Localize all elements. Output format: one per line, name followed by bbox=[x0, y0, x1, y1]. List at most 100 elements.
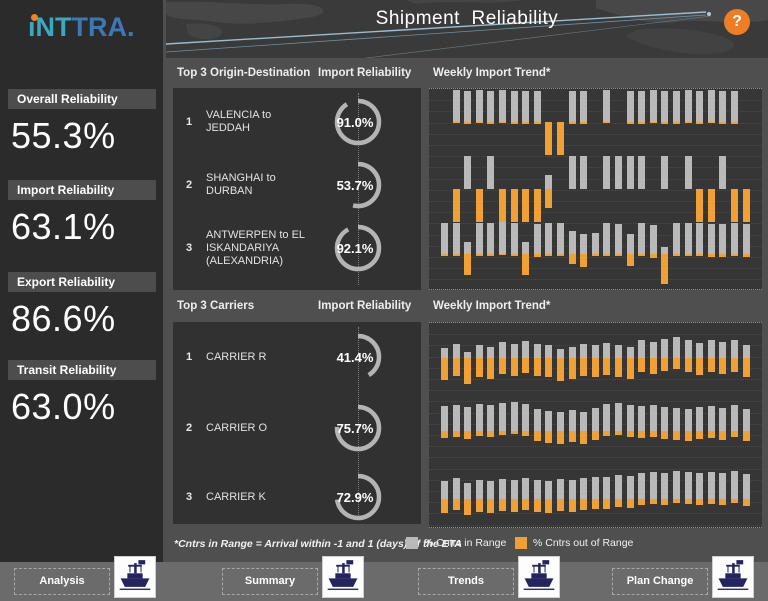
out-of-range-bar bbox=[696, 189, 704, 222]
sidebar: ıNTTRA. Overall Reliability 55.3% Import… bbox=[0, 0, 163, 562]
nav-summary-ship-tile[interactable] bbox=[322, 556, 364, 598]
out-of-range-bar bbox=[452, 499, 460, 511]
out-of-range-bar bbox=[499, 499, 506, 512]
in-range-bar bbox=[522, 341, 530, 358]
out-of-range-bar bbox=[696, 122, 704, 124]
help-icon[interactable]: ? bbox=[724, 9, 750, 35]
carrier-row[interactable]: 2 CARRIER O 75.7% bbox=[173, 398, 421, 458]
in-range-bar bbox=[475, 344, 483, 358]
out-of-range-bar bbox=[533, 431, 541, 441]
nav-plan-change-button[interactable]: Plan Change bbox=[612, 568, 708, 595]
out-of-range-bar bbox=[673, 254, 680, 256]
out-of-range-bar bbox=[510, 254, 518, 256]
out-of-range-bar bbox=[742, 189, 750, 222]
out-of-range-bar bbox=[580, 499, 588, 511]
nav-analysis-ship-tile[interactable] bbox=[114, 556, 156, 598]
out-of-range-bar bbox=[742, 254, 750, 258]
in-range-bar bbox=[684, 90, 692, 122]
in-range-bar bbox=[568, 90, 576, 122]
out-of-range-bar bbox=[568, 431, 576, 443]
rank-label: 2 bbox=[186, 422, 193, 434]
carriers-gauge-col-title: Import Reliability bbox=[318, 300, 412, 312]
out-of-range-bar bbox=[719, 122, 727, 124]
in-range-bar bbox=[580, 156, 588, 189]
in-range-bar bbox=[673, 337, 680, 358]
in-range-bar bbox=[742, 224, 750, 254]
in-range-bar bbox=[696, 90, 704, 122]
in-range-bar bbox=[441, 348, 448, 358]
carrier-row[interactable]: 1 CARRIER R 41.4% bbox=[173, 327, 421, 387]
ship-icon bbox=[118, 558, 152, 597]
route-row[interactable]: 2 SHANGHAI to DURBAN 53.7% bbox=[173, 155, 421, 215]
in-range-bar bbox=[591, 476, 599, 499]
out-of-range-bar bbox=[707, 431, 715, 438]
in-range-bar bbox=[568, 346, 576, 358]
in-range-bar bbox=[510, 480, 518, 499]
nav-analysis-button[interactable]: Analysis bbox=[14, 568, 110, 595]
out-of-range-bar bbox=[615, 358, 622, 378]
out-of-range-bar bbox=[545, 358, 553, 378]
carriers-panel: 1 CARRIER R 41.4% 2 CARRIER O 75.7% 3 CA… bbox=[173, 322, 421, 524]
route-row[interactable]: 1 VALENCIA to JEDDAH 91.0% bbox=[173, 92, 421, 152]
out-of-range-bar bbox=[719, 499, 727, 505]
out-of-range-bar bbox=[510, 189, 518, 222]
route-row[interactable]: 3 ANTWERPEN to EL ISKANDARIYA (ALEXANDRI… bbox=[173, 218, 421, 278]
carrier-row[interactable]: 3 CARRIER K 72.9% bbox=[173, 467, 421, 527]
out-of-range-bar bbox=[684, 122, 692, 124]
legend-label: % Cntrs in Range bbox=[424, 537, 507, 549]
in-range-bar bbox=[545, 481, 553, 499]
out-of-range-bar bbox=[464, 499, 472, 515]
in-range-bar bbox=[557, 349, 564, 358]
out-of-range-bar bbox=[545, 499, 553, 514]
out-of-range-bar bbox=[533, 499, 541, 512]
rank-label: 2 bbox=[186, 179, 193, 191]
in-range-bar bbox=[626, 234, 634, 254]
in-range-bar bbox=[475, 90, 483, 122]
out-of-range-bar bbox=[499, 254, 506, 256]
in-range-bar bbox=[603, 90, 611, 122]
nav-trends-ship-tile[interactable] bbox=[518, 556, 560, 598]
out-of-range-bar bbox=[557, 431, 564, 445]
out-of-range-bar bbox=[499, 189, 506, 222]
out-of-range-bar bbox=[545, 122, 553, 155]
in-range-bar bbox=[580, 91, 588, 122]
out-of-range-bar bbox=[661, 254, 669, 284]
in-range-bar bbox=[707, 471, 715, 499]
in-range-bar bbox=[499, 90, 506, 122]
out-of-range-bar bbox=[742, 431, 750, 442]
out-of-range-bar bbox=[707, 358, 715, 373]
route-name: VALENCIA to JEDDAH bbox=[206, 109, 272, 134]
out-of-range-bar bbox=[475, 499, 483, 512]
out-of-range-bar bbox=[533, 358, 541, 376]
nav-trends-button[interactable]: Trends bbox=[418, 568, 514, 595]
out-of-range-bar bbox=[487, 431, 495, 438]
out-of-range-bar bbox=[522, 499, 530, 511]
out-of-range-bar bbox=[475, 122, 483, 124]
out-of-range-bar bbox=[487, 254, 495, 257]
in-range-bar bbox=[510, 343, 518, 358]
in-range-bar bbox=[719, 156, 727, 189]
in-range-bar bbox=[487, 346, 495, 358]
logo-i: ı bbox=[28, 12, 36, 42]
out-of-range-bar bbox=[533, 254, 541, 258]
out-of-range-bar bbox=[638, 499, 646, 506]
out-of-range-bar bbox=[603, 499, 611, 510]
in-range-bar bbox=[533, 479, 541, 499]
in-range-bar bbox=[638, 91, 646, 122]
in-range-bar bbox=[464, 483, 472, 499]
carrier-name: CARRIER O bbox=[206, 421, 268, 434]
nav-summary-button[interactable]: Summary bbox=[222, 568, 318, 595]
nav-plan-change-ship-tile[interactable] bbox=[712, 556, 754, 598]
out-of-range-bar bbox=[719, 431, 727, 440]
out-of-range-bar bbox=[696, 358, 704, 375]
metric-transit: Transit Reliability 63.0% bbox=[8, 360, 156, 428]
in-range-bar bbox=[580, 478, 588, 499]
out-of-range-bar bbox=[464, 358, 472, 384]
in-range-bar bbox=[626, 346, 634, 358]
out-of-range-bar bbox=[603, 254, 611, 256]
legend-label: % Cntrs out of Range bbox=[533, 537, 634, 549]
metric-value: 86.6% bbox=[11, 298, 116, 339]
in-range-bar bbox=[719, 342, 727, 358]
in-range-bar bbox=[719, 472, 727, 499]
in-range-bar bbox=[696, 473, 704, 499]
